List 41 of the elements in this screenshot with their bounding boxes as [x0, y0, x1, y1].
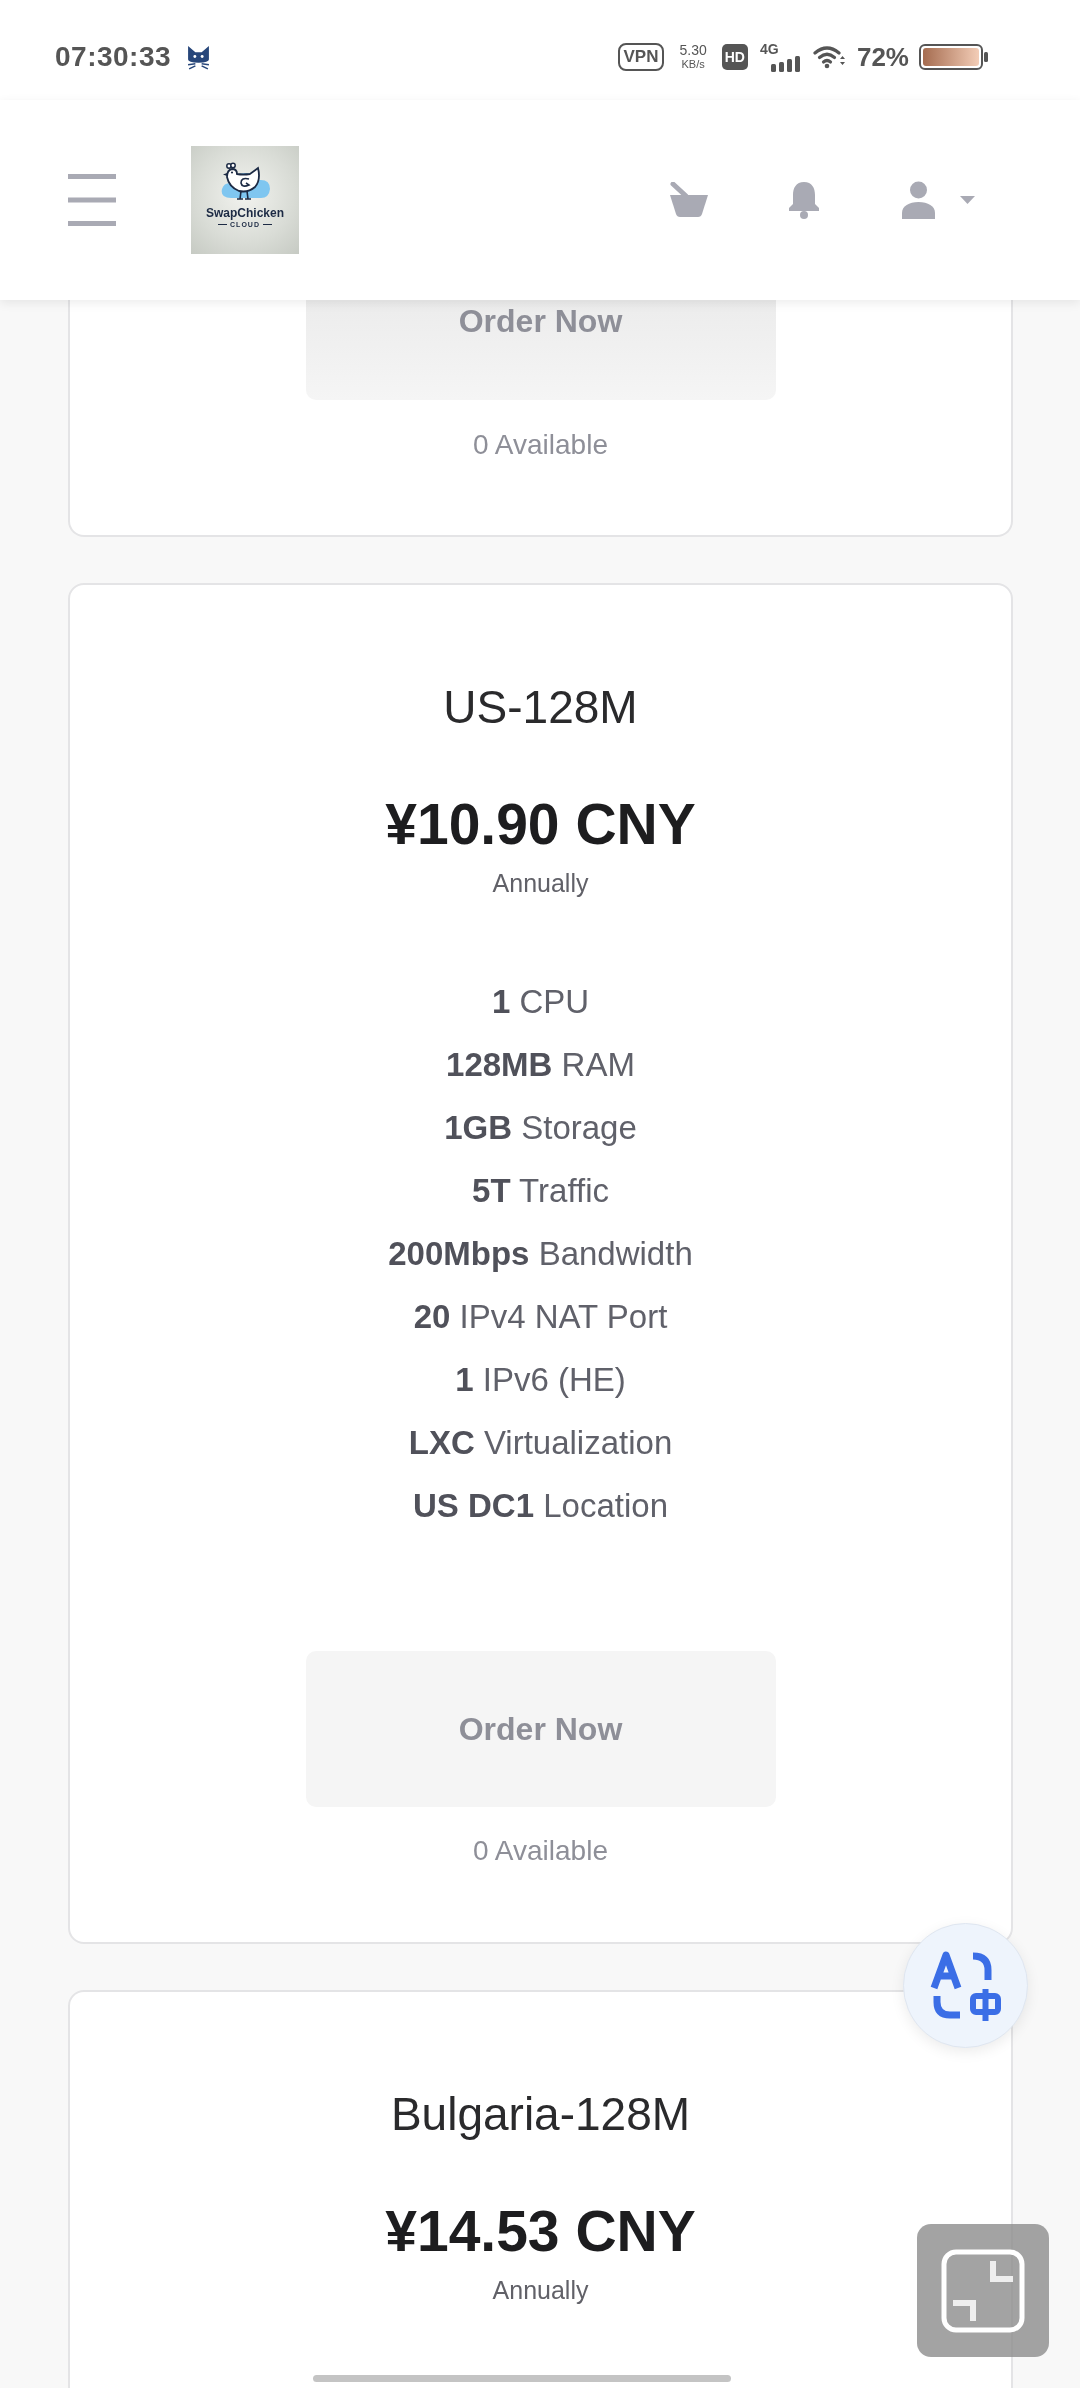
- cat-icon: [186, 44, 212, 70]
- speed-unit: KB/s: [681, 58, 705, 71]
- battery-icon: [919, 44, 989, 70]
- billing-period: Annually: [492, 868, 589, 899]
- cart-button[interactable]: [669, 182, 709, 218]
- feature-text: 5T Traffic: [471, 1171, 610, 1211]
- availability-text: 0 Available: [473, 1834, 608, 1868]
- hd-badge: HD: [721, 44, 748, 70]
- menu-button[interactable]: [68, 174, 116, 226]
- bell-icon: [787, 181, 821, 219]
- menu-icon: [68, 174, 116, 226]
- wifi-icon: [812, 45, 845, 69]
- feature-text: 20 IPv4 NAT Port: [412, 1297, 669, 1337]
- translate-icon: [929, 1949, 1002, 2022]
- feature-text: 1GB Storage: [443, 1108, 638, 1148]
- plan-price: ¥10.90 CNY: [385, 791, 696, 858]
- vpn-badge: VPN: [617, 43, 665, 71]
- battery-percent: 72%: [856, 41, 909, 73]
- feature-text: LXC Virtualization: [407, 1423, 674, 1463]
- basket-icon: [669, 182, 709, 218]
- feature-text: 1 CPU: [490, 982, 591, 1022]
- user-icon: [901, 181, 936, 219]
- feature-text: US DC1 Location: [412, 1486, 669, 1526]
- availability-text: 0 Available: [473, 428, 608, 462]
- exit-fullscreen-button[interactable]: [917, 2224, 1049, 2357]
- account-menu-button[interactable]: [901, 181, 975, 219]
- plan-title: US-128M: [443, 680, 638, 735]
- feature-text: 200Mbps Bandwidth: [388, 1234, 693, 1274]
- network-type: 4G: [759, 42, 779, 56]
- signal-icon: [769, 56, 802, 72]
- notifications-button[interactable]: [787, 181, 821, 219]
- feature-text: 128MB RAM: [445, 1045, 636, 1085]
- plan-price: ¥14.53 CNY: [385, 2198, 696, 2265]
- feature-text: 1 IPv6 (HE): [454, 1360, 627, 1400]
- logo-text: SwapChicken: [206, 206, 284, 220]
- caret-icon: [960, 196, 975, 204]
- billing-period: Annually: [492, 2275, 589, 2306]
- speed-value: 5.30: [679, 43, 707, 58]
- plan-title: Bulgaria-128M: [390, 2087, 691, 2142]
- collapse-icon: [941, 2248, 1025, 2333]
- clock-time: 07:30:33: [55, 41, 172, 73]
